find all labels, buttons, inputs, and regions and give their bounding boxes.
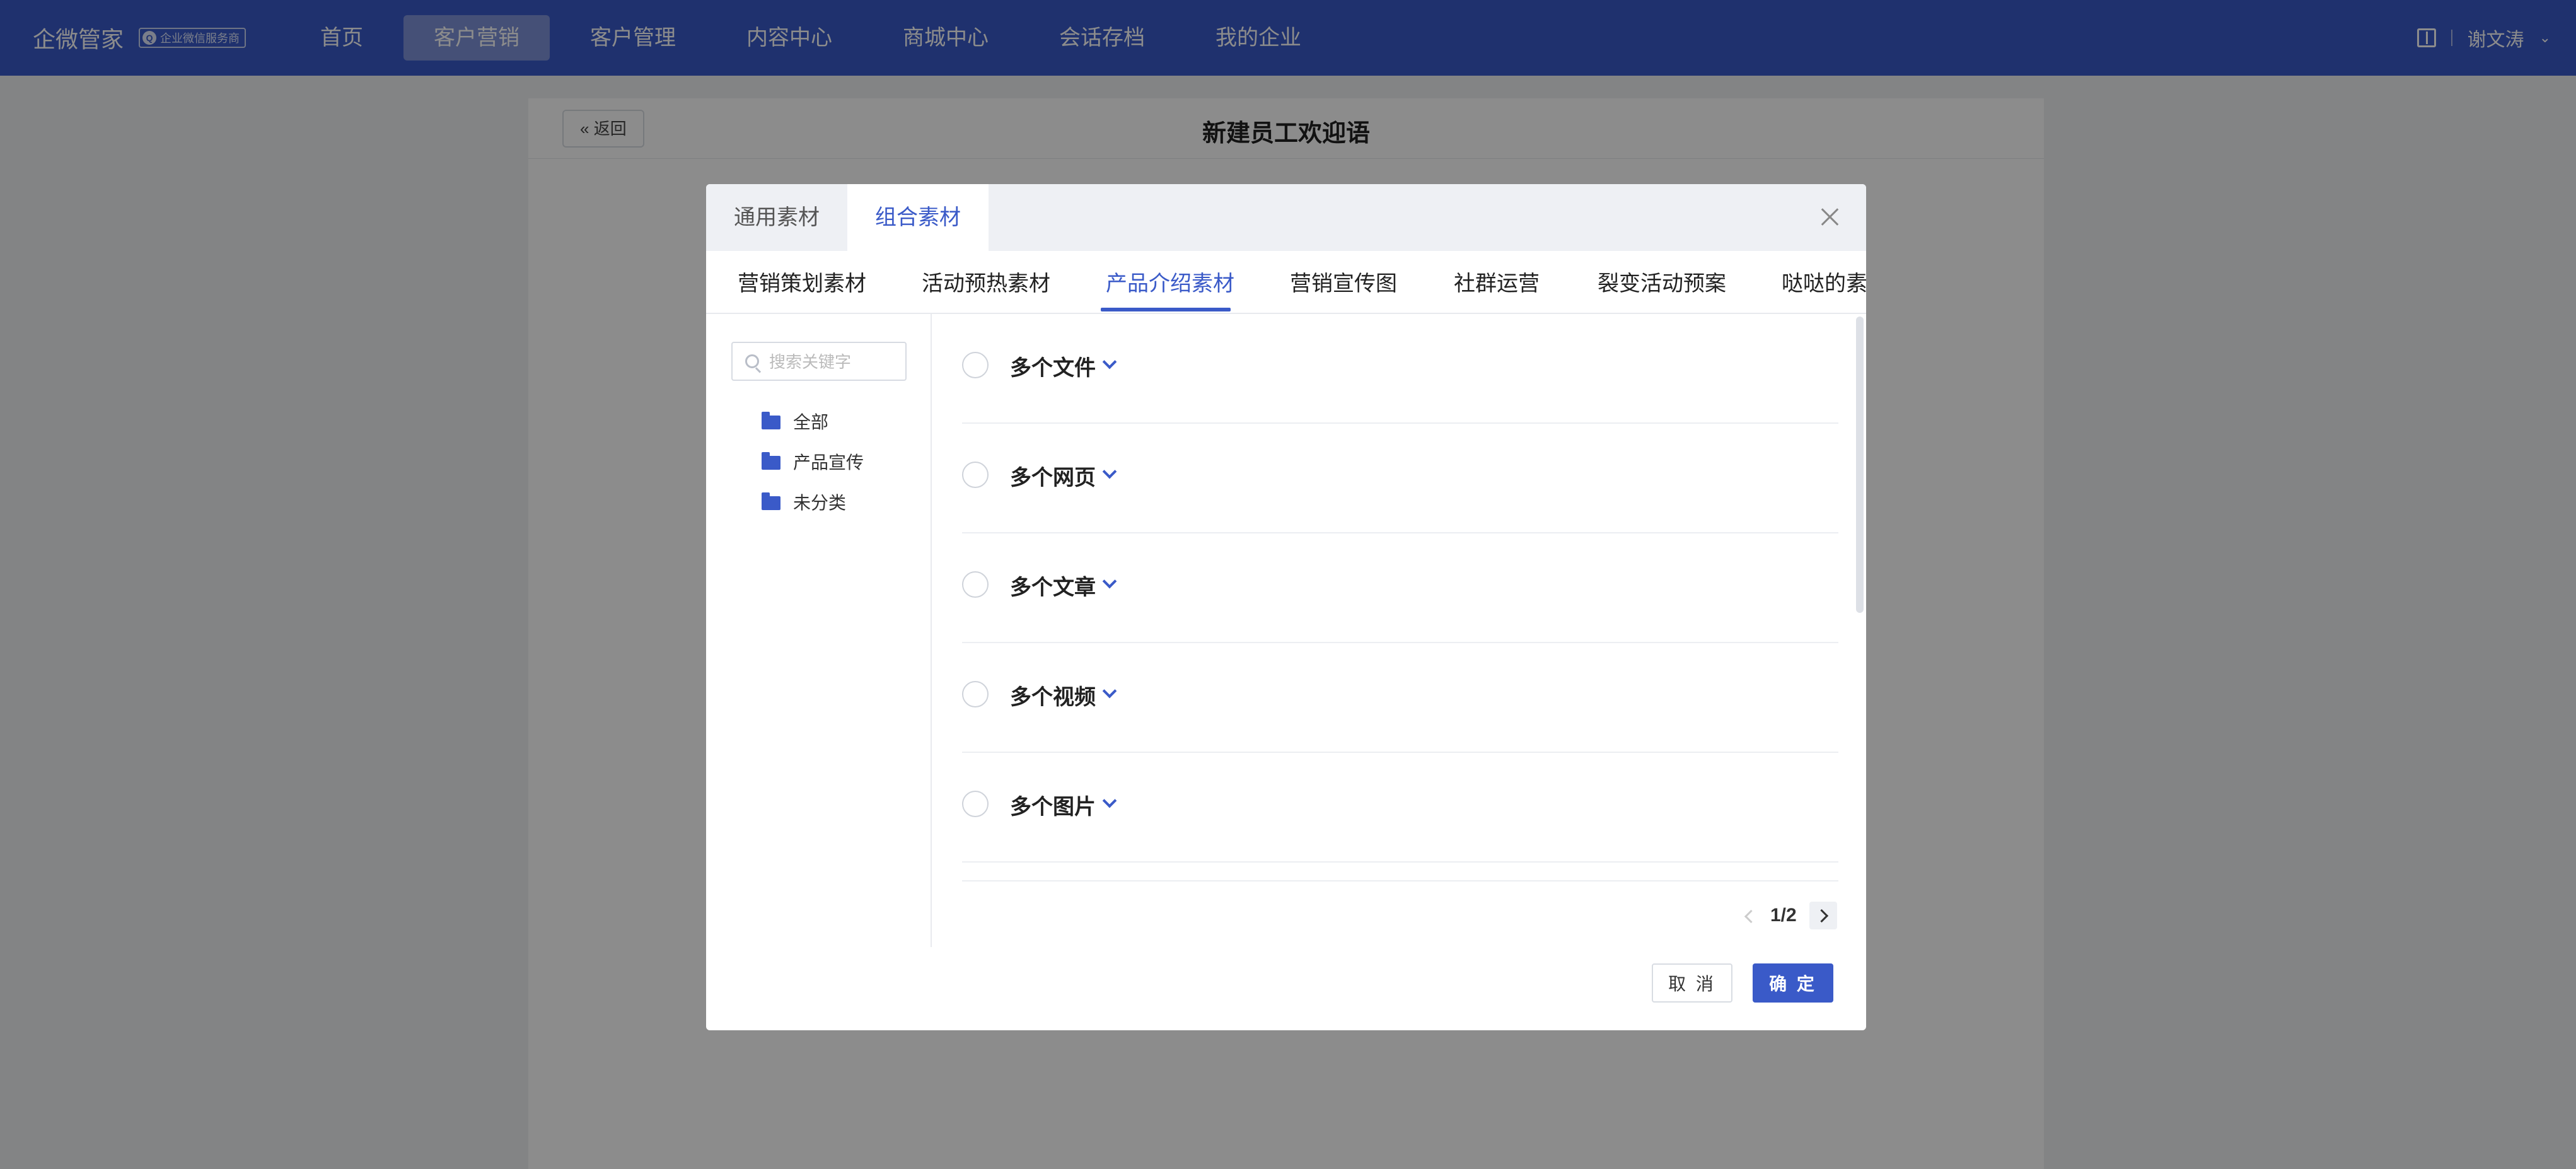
chevron-left-icon[interactable]: [1740, 903, 1758, 928]
select-radio[interactable]: [962, 352, 989, 378]
item-title: 多个图片: [1010, 795, 1096, 819]
folder-sidebar: 全部 产品宣传 未分类: [706, 314, 932, 947]
search-box: [731, 342, 907, 381]
folder-label: 未分类: [793, 493, 847, 513]
select-radio[interactable]: [962, 462, 989, 488]
list-item[interactable]: 多个文件: [962, 314, 1838, 424]
pagination: 1/2: [1740, 900, 1837, 931]
category-tab[interactable]: 活动预热素材: [922, 266, 1050, 297]
folder-item-uncategorized[interactable]: 未分类: [762, 489, 846, 515]
folder-label: 产品宣传: [793, 453, 864, 472]
folder-item-all[interactable]: 全部: [762, 409, 828, 434]
active-tab-indicator: [1101, 308, 1231, 311]
modal-tab-bar: 通用素材 组合素材: [706, 184, 1866, 251]
list-item[interactable]: 多个图片: [962, 753, 1838, 863]
folder-icon: [762, 452, 780, 470]
category-tab-active[interactable]: 产品介绍素材: [1106, 266, 1234, 297]
chevron-right-icon[interactable]: [1809, 902, 1837, 929]
category-tab[interactable]: 社群运营: [1454, 266, 1540, 297]
folder-icon: [762, 492, 780, 510]
tab-general-material[interactable]: 通用素材: [706, 184, 847, 251]
folder-item-product-promo[interactable]: 产品宣传: [762, 449, 864, 474]
list-item[interactable]: 多个视频: [962, 643, 1838, 753]
chevron-down-icon[interactable]: [1102, 464, 1117, 479]
chevron-down-icon[interactable]: [1102, 683, 1117, 699]
chevron-down-icon[interactable]: [1102, 574, 1117, 589]
category-tabs: 营销策划素材 活动预热素材 产品介绍素材 营销宣传图 社群运营 裂变活动预案 哒…: [706, 251, 1866, 314]
select-radio[interactable]: [962, 681, 989, 707]
chevron-down-icon[interactable]: [1102, 793, 1117, 808]
confirm-button[interactable]: 确 定: [1753, 963, 1833, 1003]
search-icon: [745, 354, 759, 368]
list-item: [962, 863, 1838, 881]
category-tab[interactable]: 营销宣传图: [1290, 266, 1397, 297]
item-title: 多个文章: [1010, 576, 1096, 600]
material-list: 多个文件 多个网页 多个文章 多个视频 多个图片: [962, 314, 1838, 881]
list-item[interactable]: 多个网页: [962, 424, 1838, 533]
page-indicator: 1/2: [1770, 905, 1797, 926]
chevron-down-icon[interactable]: [1102, 354, 1117, 369]
search-input[interactable]: [769, 349, 902, 375]
category-tab[interactable]: 裂变活动预案: [1598, 266, 1726, 297]
scrollbar[interactable]: [1856, 317, 1864, 613]
select-radio[interactable]: [962, 791, 989, 817]
material-picker-modal: 通用素材 组合素材 营销策划素材 活动预热素材 产品介绍素材 营销宣传图 社群运…: [706, 184, 1866, 1030]
category-tab[interactable]: 哒哒的素材: [1782, 266, 1866, 297]
item-title: 多个文件: [1010, 356, 1096, 380]
select-radio[interactable]: [962, 571, 989, 598]
item-title: 多个视频: [1010, 685, 1096, 709]
item-title: 多个网页: [1010, 466, 1096, 490]
folder-icon: [762, 412, 780, 429]
category-tab[interactable]: 营销策划素材: [738, 266, 866, 297]
tab-combined-material[interactable]: 组合素材: [847, 184, 989, 251]
close-icon[interactable]: [1818, 206, 1841, 228]
list-item[interactable]: 多个文章: [962, 533, 1838, 643]
cancel-button[interactable]: 取 消: [1652, 963, 1732, 1003]
folder-label: 全部: [793, 412, 829, 432]
